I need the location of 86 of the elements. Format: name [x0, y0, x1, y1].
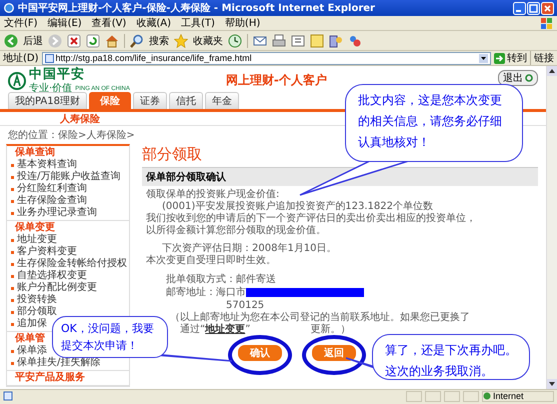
- highlight-circle: [228, 335, 292, 375]
- mail-icon[interactable]: [253, 34, 267, 48]
- page-icon: [3, 391, 13, 401]
- windows-logo-icon[interactable]: [540, 16, 553, 30]
- sidebar-link[interactable]: 地址变更: [17, 234, 57, 246]
- globe-icon: [483, 392, 491, 400]
- star-icon[interactable]: [174, 34, 188, 48]
- address-field[interactable]: http://stg.pa18.com/life_insurance/life_frame.html: [42, 52, 491, 64]
- info-text: 领取保单的投资账户现金价值:: [146, 189, 280, 200]
- scroll-up-icon[interactable]: [547, 66, 557, 76]
- close-icon[interactable]: [541, 2, 554, 14]
- info-text: 以所得金额计算您部分领取的现金价值。: [146, 225, 326, 236]
- address-change-link[interactable]: 地址变更: [205, 324, 246, 335]
- sidebar-link[interactable]: 投资转换: [17, 294, 57, 306]
- menu-item[interactable]: 工具(T): [181, 16, 215, 30]
- sidebar-link[interactable]: 部分领取: [17, 306, 57, 318]
- note-text: （以上邮寄地址为您在本公司登记的当前联系地址。如果您已更换了: [169, 312, 471, 323]
- info-text: (0001)平安发展投资账户追加投资资产的123.1822个单位数: [162, 201, 433, 212]
- sidebar-heading: 保单查询: [14, 147, 56, 158]
- sidebar-link[interactable]: 账户分配比例变更: [17, 282, 97, 294]
- search-icon[interactable]: [130, 34, 144, 48]
- minimize-icon[interactable]: [513, 2, 526, 14]
- note-text: 更新。）: [310, 324, 350, 335]
- sidebar-link[interactable]: 分红险红利查询: [17, 183, 87, 195]
- logo-tagline: 专业·价值: [29, 82, 72, 94]
- sidebar-heading: 保单变更: [14, 222, 56, 234]
- logo-text: 中国平安: [29, 66, 86, 82]
- field-label: 邮寄地址：: [166, 286, 216, 299]
- favorites-button[interactable]: 收藏夹: [193, 34, 223, 48]
- field-value: 邮件寄送: [236, 273, 276, 286]
- nav-tab[interactable]: 我的PA18理财: [8, 92, 87, 109]
- sidebar-link[interactable]: 自垫选择权变更: [17, 270, 87, 282]
- go-arrow-icon[interactable]: [494, 52, 505, 64]
- scrollbar[interactable]: [546, 66, 557, 389]
- info-text: 本次变更自受理日即时生效。: [146, 255, 276, 266]
- search-button[interactable]: 搜索: [149, 34, 169, 48]
- edit-icon[interactable]: [291, 34, 305, 48]
- zone-label: Internet: [493, 391, 524, 401]
- sidebar-link[interactable]: 业务办理记录查询: [17, 207, 97, 219]
- scroll-down-icon[interactable]: [547, 379, 557, 389]
- dropdown-icon[interactable]: [479, 54, 488, 62]
- refresh-icon[interactable]: [86, 34, 100, 48]
- back-button[interactable]: 后退: [23, 34, 43, 48]
- maximize-icon[interactable]: [527, 2, 540, 14]
- nav-tab[interactable]: 信托: [168, 92, 203, 109]
- page-icon: [44, 54, 54, 62]
- printer-icon[interactable]: [272, 34, 286, 48]
- highlight-circle: [302, 335, 366, 375]
- menu-item[interactable]: 帮助(H): [224, 16, 260, 30]
- page-title: 部分领取: [142, 144, 202, 164]
- go-button[interactable]: 转到: [507, 51, 527, 65]
- sidebar-heading: 平安产品及服务: [14, 372, 86, 384]
- note-text: 通过“: [180, 324, 206, 335]
- field-label: 批单领取方式：: [166, 273, 236, 286]
- menu-item[interactable]: 收藏(A): [136, 16, 171, 30]
- sidebar-link[interactable]: 保单添: [17, 345, 47, 357]
- site-heading: 网上理财-个人客户: [226, 72, 328, 89]
- menu-item[interactable]: 查看(V): [92, 16, 126, 30]
- nav-tab[interactable]: 年金: [204, 92, 239, 109]
- nav-tab[interactable]: 证券: [132, 92, 167, 109]
- field-value: 570125: [226, 299, 264, 312]
- sidebar-link[interactable]: 生存保险金转帐给付授权: [17, 258, 127, 270]
- menu-item[interactable]: 文件(F): [4, 16, 38, 30]
- panel-header: 保单部分领取确认: [142, 167, 538, 186]
- breadcrumb: 您的位置：保险>人寿保险>: [8, 130, 135, 141]
- history-icon[interactable]: [228, 34, 242, 48]
- links-button[interactable]: 链接: [534, 51, 554, 65]
- address-label: 地址(D): [3, 52, 39, 65]
- sidebar-link[interactable]: 基本资料查询: [17, 159, 77, 171]
- note-text: ”: [245, 324, 250, 335]
- subnav-link[interactable]: 人寿保险: [60, 112, 100, 125]
- logo-icon: [8, 72, 26, 90]
- stop-icon[interactable]: [67, 34, 81, 48]
- logout-button[interactable]: 退出: [498, 70, 538, 86]
- info-text: 下次资产评估日期：2008年1月10日。: [162, 243, 337, 254]
- window-title: 中国平安网上理财-个人客户-保险-人寿保险 - Microsoft Internet Explorer: [18, 1, 376, 15]
- field-value: 海口市: [216, 286, 246, 299]
- sidebar-link[interactable]: 客户资料变更: [17, 246, 77, 258]
- exit-icon: [525, 74, 533, 82]
- menu-item[interactable]: 编辑(E): [48, 16, 82, 30]
- sidebar-heading: 保单管: [14, 333, 46, 344]
- sidebar-link[interactable]: 追加保: [17, 318, 47, 330]
- home-icon[interactable]: [105, 34, 119, 48]
- sidebar-link[interactable]: 投连/万能账户收益查询: [17, 171, 120, 183]
- info-text: 我们按收到您的申请后的下一个资产评估日的卖出价卖出相应的投资单位，: [146, 213, 476, 224]
- sidebar-link[interactable]: 生存保险金查询: [17, 195, 87, 207]
